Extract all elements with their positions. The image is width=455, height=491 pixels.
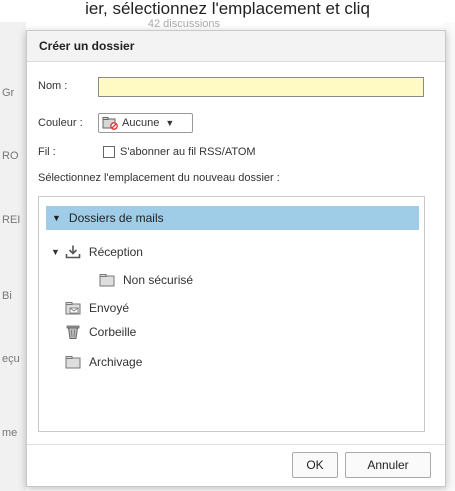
color-select[interactable]: Aucune ▼ [98,113,193,133]
name-label: Nom : [38,80,68,92]
tree-item-label: Corbeille [89,325,137,339]
background-instruction-text: ier, sélectionnez l'emplacement et cliq [85,0,370,18]
tree-item-label: Non sécurisé [123,273,194,287]
tree-item-label: Envoyé [89,301,130,315]
cancel-button[interactable]: Annuler [345,452,431,478]
rss-subscribe-checkbox[interactable] [103,146,115,158]
tree-item-envoye[interactable]: Envoyé [65,301,129,315]
rss-subscribe-label: S'abonner au fil RSS/ATOM [120,146,256,158]
background-sidebar: Gr RO REI Bi eçu me [0,22,26,491]
tree-item-corbeille[interactable]: Corbeille [65,325,136,339]
feed-label: Fil : [38,146,56,158]
tree-item-archivage[interactable]: Archivage [65,355,142,369]
folder-tree: ▼ Dossiers de mails ▼ Réception Non sécu… [38,196,425,432]
color-select-value: Aucune [122,117,160,129]
location-label: Sélectionnez l'emplacement du nouveau do… [38,172,280,184]
tree-item-label: Archivage [89,355,143,369]
ok-button[interactable]: OK [292,452,338,478]
bg-fragment: eçu [2,353,20,365]
color-label: Couleur : [38,117,83,129]
create-folder-dialog: Créer un dossier Nom : Couleur : Aucune … [26,30,446,487]
sent-folder-icon [65,302,81,315]
tree-root-mail-folders[interactable]: ▼ Dossiers de mails [46,206,419,230]
bg-fragment: Bi [2,290,12,302]
bg-fragment: Gr [2,87,15,99]
folder-icon [99,274,115,287]
rss-subscribe-option[interactable]: S'abonner au fil RSS/ATOM [103,146,256,158]
dialog-footer: OK Annuler [27,444,445,487]
tree-item-reception[interactable]: ▼ Réception [51,245,143,259]
triangle-down-icon: ▼ [51,247,60,257]
trash-icon [66,325,80,339]
download-icon [65,245,81,259]
tree-item-label: Réception [88,245,143,259]
background-meta: 42 discussions [147,18,220,30]
triangle-down-icon: ▼ [52,213,61,223]
folder-icon [65,356,81,369]
bg-fragment: RO [2,150,19,162]
tree-item-non-securise[interactable]: Non sécurisé [99,273,193,287]
tree-root-label: Dossiers de mails [68,211,164,225]
bg-fragment: REI [2,214,21,226]
no-color-folder-icon [102,117,118,130]
folder-name-input[interactable] [98,77,424,97]
bg-fragment: me [2,427,18,439]
dialog-title: Créer un dossier [27,31,445,62]
chevron-down-icon: ▼ [165,118,175,128]
